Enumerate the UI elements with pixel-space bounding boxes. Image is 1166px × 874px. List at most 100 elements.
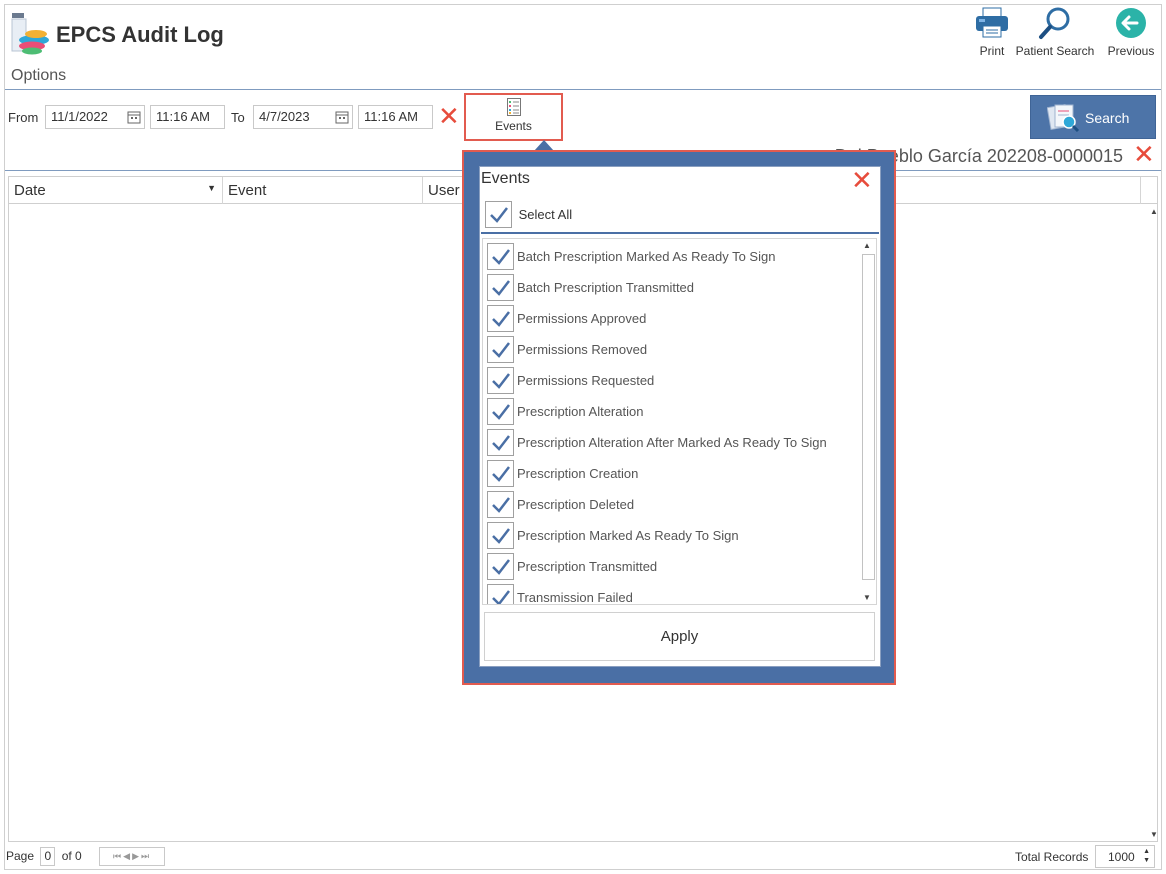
page-input[interactable]: 0 [40, 847, 56, 866]
back-arrow-icon [1113, 6, 1149, 40]
checkbox[interactable] [487, 367, 514, 394]
list-item-label: Prescription Alteration After Marked As … [517, 435, 827, 450]
checkbox[interactable] [487, 243, 514, 270]
column-label: Event [228, 182, 267, 199]
from-time-value: 11:16 AM [156, 109, 210, 124]
select-all-label: Select All [518, 207, 573, 222]
list-item-label: Prescription Deleted [517, 497, 635, 512]
to-label: To [231, 110, 245, 125]
check-icon [492, 466, 510, 482]
grid-scrollbar[interactable]: ▲ ▼ [1149, 205, 1159, 841]
checkbox[interactable] [487, 429, 514, 456]
list-item-label: Transmission Failed [517, 590, 633, 605]
print-button[interactable]: Print [974, 6, 1010, 58]
scroll-down-icon[interactable]: ▼ [863, 593, 871, 602]
previous-label: Previous [1107, 44, 1155, 58]
clear-dates-icon[interactable]: ✕ [438, 103, 460, 129]
column-header-event[interactable]: Event [223, 177, 423, 204]
list-item[interactable]: Prescription Alteration After Marked As … [487, 429, 827, 456]
page-count: of 0 [61, 849, 82, 863]
search-button[interactable]: Search [1030, 95, 1156, 139]
checkbox[interactable] [487, 274, 514, 301]
check-icon [492, 280, 510, 296]
checklist-icon [506, 98, 521, 116]
to-date-field[interactable]: 4/7/2023 [253, 105, 353, 129]
scroll-up-icon[interactable]: ▲ [863, 241, 871, 250]
list-item-label: Prescription Creation [517, 466, 639, 481]
checkbox[interactable] [487, 553, 514, 580]
list-item-label: Prescription Alteration [517, 404, 644, 419]
spin-up-down-icon[interactable]: ▲ ▼ [1143, 847, 1150, 865]
checkbox[interactable] [487, 491, 514, 518]
patient-search-label: Patient Search [1015, 44, 1095, 58]
list-item[interactable]: Prescription Marked As Ready To Sign [487, 522, 739, 549]
total-records-spinner[interactable]: 1000 ▲ ▼ [1095, 845, 1155, 868]
magnifier-icon [1037, 6, 1073, 40]
events-list: Batch Prescription Marked As Ready To Si… [482, 238, 877, 605]
previous-button[interactable]: Previous [1107, 6, 1155, 58]
pager-navigation[interactable]: ⏮◀▶⏭ [99, 847, 166, 867]
close-popup-icon[interactable]: ✕ [851, 167, 873, 193]
list-item[interactable]: Permissions Removed [487, 336, 647, 363]
list-item[interactable]: Permissions Approved [487, 305, 646, 332]
list-item[interactable]: Permissions Requested [487, 367, 654, 394]
checkbox[interactable] [487, 522, 514, 549]
calendar-icon[interactable] [127, 110, 141, 124]
pager: Page 0 of 0 ⏮◀▶⏭ [6, 847, 166, 867]
calendar-icon[interactable] [335, 110, 349, 124]
from-time-field[interactable]: 11:16 AM [150, 105, 225, 129]
scroll-thumb[interactable] [862, 254, 875, 580]
list-item[interactable]: Batch Prescription Marked As Ready To Si… [487, 243, 775, 270]
to-time-value: 11:16 AM [364, 109, 418, 124]
checkbox[interactable] [487, 584, 514, 604]
check-icon [492, 559, 510, 575]
check-icon [492, 373, 510, 389]
checkbox[interactable] [487, 460, 514, 487]
from-date-value: 11/1/2022 [51, 109, 108, 124]
checkbox[interactable] [485, 201, 512, 228]
list-item[interactable]: Prescription Deleted [487, 491, 634, 518]
list-item[interactable]: Transmission Failed [487, 584, 633, 605]
column-divider [1140, 177, 1141, 204]
scroll-down-icon[interactable]: ▼ [1150, 830, 1158, 839]
list-item-label: Prescription Marked As Ready To Sign [517, 528, 739, 543]
column-header-date[interactable]: Date ▼ [9, 177, 223, 204]
to-time-field[interactable]: 11:16 AM [358, 105, 433, 129]
checkbox[interactable] [487, 336, 514, 363]
check-icon [492, 528, 510, 544]
column-label: User [428, 182, 460, 199]
printer-icon [974, 6, 1010, 40]
column-label: Date [14, 182, 46, 199]
document-search-icon [1047, 104, 1080, 133]
clear-patient-icon[interactable]: ✕ [1133, 141, 1155, 167]
sort-down-icon[interactable]: ▼ [207, 183, 216, 193]
total-records-label: Total Records [1015, 850, 1089, 864]
app-logo-icon [10, 13, 52, 55]
page-label: Page [6, 849, 35, 863]
check-icon [492, 311, 510, 327]
events-button-label: Events [495, 119, 532, 133]
list-item[interactable]: Prescription Alteration [487, 398, 643, 425]
check-icon [492, 590, 510, 604]
from-date-field[interactable]: 11/1/2022 [45, 105, 145, 129]
checkbox[interactable] [487, 398, 514, 425]
list-item-label: Permissions Requested [517, 373, 655, 388]
list-item-label: Permissions Approved [517, 311, 647, 326]
scroll-up-icon[interactable]: ▲ [1150, 207, 1158, 216]
from-label: From [8, 110, 39, 125]
patient-search-button[interactable]: Patient Search [1015, 6, 1095, 58]
list-item-label: Prescription Transmitted [517, 559, 658, 574]
options-label[interactable]: Options [11, 67, 66, 85]
check-icon [492, 249, 510, 265]
popup-title: Events [481, 170, 530, 187]
checkbox[interactable] [487, 305, 514, 332]
events-button[interactable]: Events [464, 93, 563, 141]
list-item[interactable]: Prescription Transmitted [487, 553, 657, 580]
to-date-value: 4/7/2023 [259, 109, 310, 124]
apply-button[interactable]: Apply [484, 612, 875, 661]
list-item[interactable]: Batch Prescription Transmitted [487, 274, 694, 301]
check-icon [490, 207, 508, 223]
select-all-checkbox[interactable]: Select All [485, 201, 572, 228]
list-item[interactable]: Prescription Creation [487, 460, 638, 487]
check-icon [492, 342, 510, 358]
